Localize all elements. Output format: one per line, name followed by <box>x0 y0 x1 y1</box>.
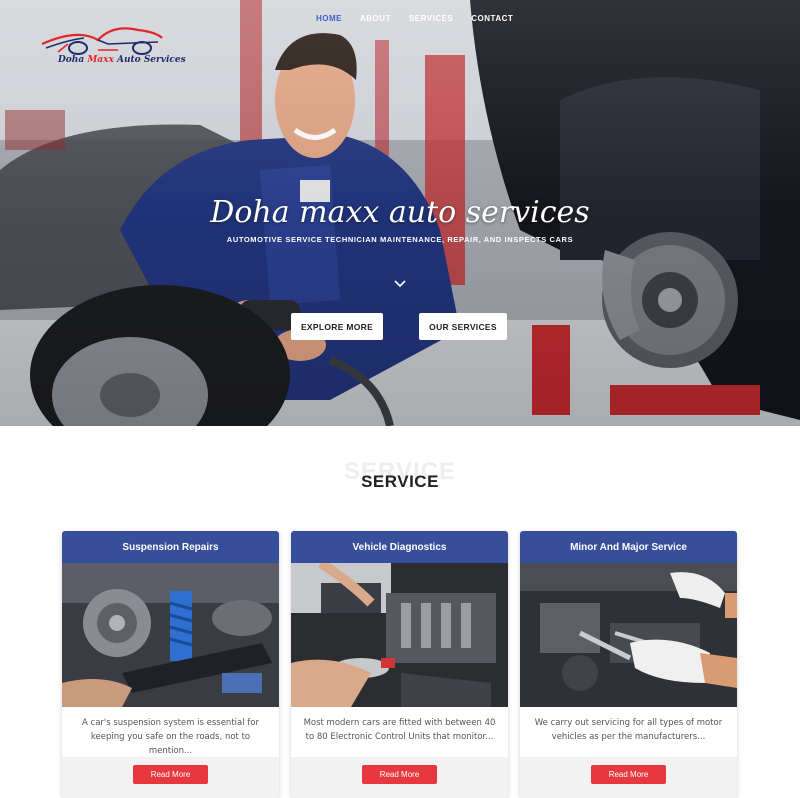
read-more-button[interactable]: Read More <box>133 765 208 784</box>
minor-major-service-image <box>520 563 737 707</box>
hero-title: Doha maxx auto services <box>210 195 590 230</box>
hero-section: Doha Maxx Auto Services HOME ABOUT SERVI… <box>0 0 800 426</box>
our-services-button[interactable]: OUR SERVICES <box>419 313 507 340</box>
nav-item-about[interactable]: ABOUT <box>351 14 400 24</box>
hero-subtitle: AUTOMOTIVE SERVICE TECHNICIAN MAINTENANC… <box>226 235 574 244</box>
nav-item-home[interactable]: HOME <box>307 14 351 24</box>
card-footer: Read More <box>291 757 508 798</box>
vehicle-diagnostics-image <box>291 563 508 707</box>
card-description: Most modern cars are fitted with between… <box>303 718 496 742</box>
logo-text-part3: Auto Services <box>113 55 186 65</box>
nav-item-services[interactable]: SERVICES <box>400 14 462 24</box>
logo-text-part2: Maxx <box>87 55 114 65</box>
logo-text[interactable]: Doha Maxx Auto Services <box>58 55 186 65</box>
explore-more-button[interactable]: EXPLORE MORE <box>291 313 383 340</box>
logo-text-part1: Doha <box>58 55 88 65</box>
service-card: Minor And Major Service We carry out ser… <box>520 531 737 798</box>
card-footer: Read More <box>62 757 279 798</box>
main-nav: HOME ABOUT SERVICES CONTACT <box>307 14 522 24</box>
card-title[interactable]: Minor And Major Service <box>520 531 737 563</box>
card-footer: Read More <box>520 757 737 798</box>
card-description: We carry out servicing for all types of … <box>534 718 723 742</box>
card-title[interactable]: Vehicle Diagnostics <box>291 531 508 563</box>
service-card: Vehicle Diagnostics Most modern cars are… <box>291 531 508 798</box>
card-description: A car's suspension system is essential f… <box>82 718 259 756</box>
card-title[interactable]: Suspension Repairs <box>62 531 279 563</box>
nav-item-contact[interactable]: CONTACT <box>462 14 522 24</box>
read-more-button[interactable]: Read More <box>591 765 666 784</box>
suspension-repair-image <box>62 563 279 707</box>
section-title: SERVICE <box>361 472 439 491</box>
service-card: Suspension Repairs A car's suspension sy… <box>62 531 279 798</box>
read-more-button[interactable]: Read More <box>362 765 437 784</box>
chevron-down-icon[interactable] <box>392 278 408 290</box>
